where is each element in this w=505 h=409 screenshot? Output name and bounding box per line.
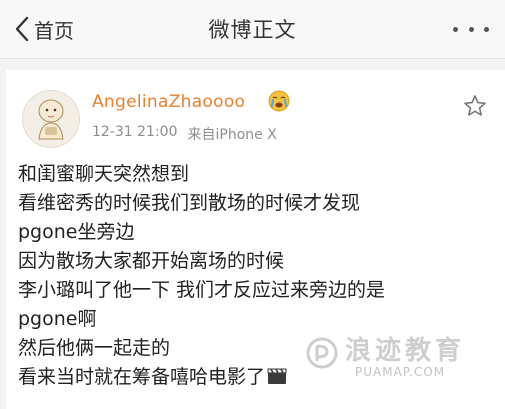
post-line-last: 看来当时就在筹备嘻哈电影了 — [18, 363, 498, 392]
star-outline-icon[interactable] — [463, 94, 487, 118]
post-line-text: 看来当时就在筹备嘻哈电影了 — [18, 366, 266, 388]
baby-avatar-icon — [38, 99, 64, 140]
crying-face-icon — [268, 90, 290, 112]
page-title: 微博正文 — [208, 18, 297, 42]
post-line: pgone啊 — [18, 308, 97, 330]
post-text: 和闺蜜聊天突然想到 看维密秀的时候我们到散场的时候才发现 pgone坐旁边 因为… — [18, 160, 498, 392]
post-card: AngelinaZhaoooo 12-31 21:00 来自iPhone X 和… — [6, 70, 505, 409]
clapperboard-icon — [267, 368, 287, 384]
post-line: 因为散场大家都开始离场的时候 — [18, 250, 285, 272]
more-dots-icon[interactable] — [453, 22, 489, 36]
post-time: 12-31 21:00 — [92, 124, 178, 140]
top-nav-bar: 首页 微博正文 — [0, 0, 505, 59]
post-source: 来自iPhone X — [187, 127, 277, 143]
post-line: 李小璐叫了他一下 我们才反应过来旁边的是 — [18, 279, 386, 301]
avatar[interactable] — [22, 90, 80, 148]
post-line: pgone坐旁边 — [18, 221, 135, 243]
post-line: 然后他俩一起走的 — [18, 337, 171, 359]
post-line: 看维密秀的时候我们到散场的时候才发现 — [18, 192, 361, 214]
post-meta: 12-31 21:00 来自iPhone X — [92, 124, 277, 144]
username[interactable]: AngelinaZhaoooo — [92, 92, 245, 112]
post-line: 和闺蜜聊天突然想到 — [18, 163, 190, 185]
